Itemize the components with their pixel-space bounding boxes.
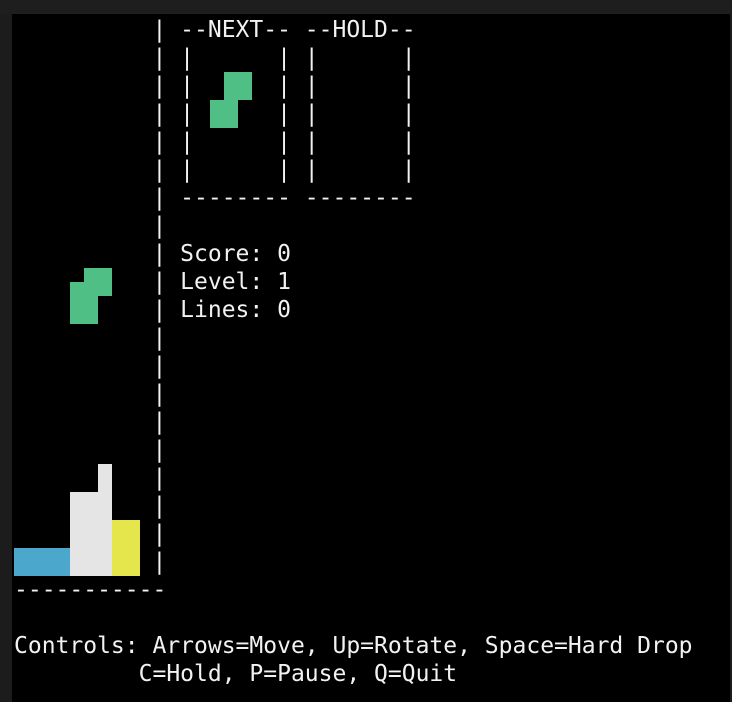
preview-box-row: | | | | | — [14, 129, 416, 155]
level-readout: | Level: 1 — [14, 269, 291, 295]
board-wall-row: | — [14, 213, 167, 239]
board-wall-row: | — [14, 325, 167, 351]
preview-box-row: | | | | | — [14, 157, 416, 183]
next-piece-block — [210, 100, 238, 128]
board-wall-row: | — [14, 409, 167, 435]
locked-block — [112, 520, 140, 576]
controls-help-line-2: C=Hold, P=Pause, Q=Quit — [14, 661, 458, 687]
window-top-strip — [0, 0, 732, 14]
falling-piece-block — [84, 282, 98, 296]
preview-box-row: | | | | | — [14, 45, 416, 71]
board-wall-row: | — [14, 465, 167, 491]
locked-block — [70, 520, 112, 548]
preview-box-row: | | | | | — [14, 73, 416, 99]
board-wall-row: | — [14, 381, 167, 407]
lines-readout: | Lines: 0 — [14, 297, 291, 323]
board-floor: ----------- — [14, 577, 167, 603]
board-wall-row: | — [14, 437, 167, 463]
locked-block — [70, 548, 112, 576]
terminal-left-gutter — [0, 14, 12, 702]
locked-block — [14, 548, 70, 576]
preview-box-bottom: | -------- -------- — [14, 185, 416, 211]
controls-help-line-1: Controls: Arrows=Move, Up=Rotate, Space=… — [14, 633, 693, 659]
score-readout: | Score: 0 — [14, 241, 291, 267]
locked-block — [70, 492, 112, 520]
board-wall-row: | — [14, 353, 167, 379]
next-hold-header: | --NEXT-- --HOLD-- — [14, 17, 416, 43]
locked-block — [98, 464, 112, 492]
